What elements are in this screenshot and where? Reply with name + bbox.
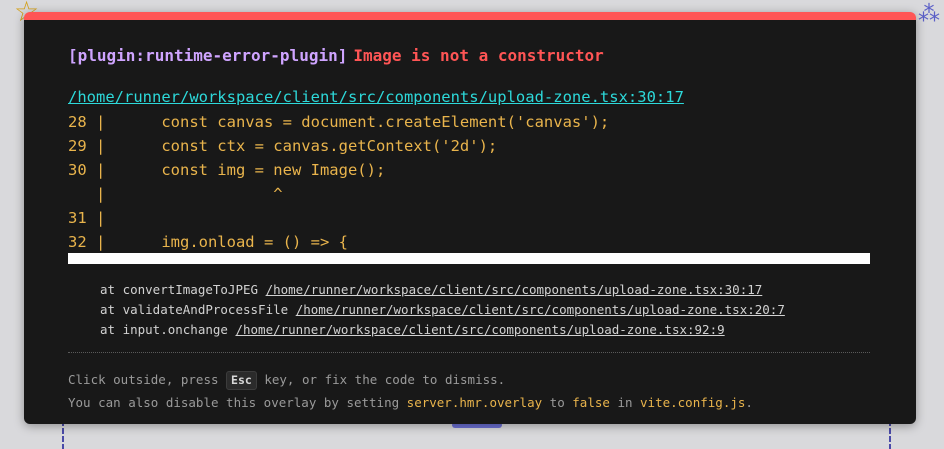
code-line: 30 | const img = new Image();	[68, 161, 386, 179]
stack-frame: at input.onchange /home/runner/workspace…	[100, 320, 785, 340]
setting-code: server.hmr.overlay	[406, 395, 543, 410]
tip-line-2: You can also disable this overlay by set…	[68, 391, 753, 414]
tip-text: Click outside, press	[68, 372, 219, 387]
code-frame: 28 | const canvas = document.createEleme…	[68, 110, 868, 254]
tip-text: .	[745, 395, 753, 410]
error-file-link[interactable]: /home/runner/workspace/client/src/compon…	[68, 88, 684, 106]
tip-line-1: Click outside, press Esc key, or fix the…	[68, 368, 753, 391]
stack-frame: at convertImageToJPEG /home/runner/works…	[100, 280, 785, 300]
squiggle-icon: ⁂	[918, 2, 940, 27]
tip-text: in	[617, 395, 633, 410]
stack-file-link[interactable]: /home/runner/workspace/client/src/compon…	[296, 302, 785, 317]
tip-text: You can also disable this overlay by set…	[68, 395, 400, 410]
code-line: 29 | const ctx = canvas.getContext('2d')…	[68, 137, 498, 155]
stack-function: at convertImageToJPEG	[100, 282, 259, 297]
error-message: [plugin:runtime-error-plugin] Image is no…	[68, 46, 604, 65]
dashed-border-left	[62, 420, 64, 449]
config-file-code: vite.config.js	[640, 395, 746, 410]
value-code: false	[572, 395, 610, 410]
tip-text: key, or fix the code to dismiss.	[264, 372, 506, 387]
code-line: 32 | img.onload = () => {	[68, 233, 348, 251]
divider	[68, 352, 870, 353]
tip-text: to	[549, 395, 565, 410]
stack-frame: at validateAndProcessFile /home/runner/w…	[100, 300, 785, 320]
stack-file-link[interactable]: /home/runner/workspace/client/src/compon…	[235, 322, 724, 337]
esc-key-badge: Esc	[226, 371, 257, 390]
code-line: 28 | const canvas = document.createEleme…	[68, 113, 610, 131]
code-line: 31 |	[68, 209, 106, 227]
code-caret-line: | ^	[68, 185, 283, 203]
stack-function: at input.onchange	[100, 322, 228, 337]
dashed-border-right	[889, 420, 891, 449]
error-overlay: [plugin:runtime-error-plugin] Image is no…	[24, 12, 916, 424]
stack-trace: at convertImageToJPEG /home/runner/works…	[100, 280, 785, 340]
code-frame-scrollbar[interactable]	[68, 253, 870, 264]
error-text: Image is not a constructor	[353, 46, 604, 65]
stack-function: at validateAndProcessFile	[100, 302, 289, 317]
stack-file-link[interactable]: /home/runner/workspace/client/src/compon…	[266, 282, 763, 297]
dismiss-tip: Click outside, press Esc key, or fix the…	[68, 368, 753, 414]
plugin-name: [plugin:runtime-error-plugin]	[68, 46, 348, 65]
